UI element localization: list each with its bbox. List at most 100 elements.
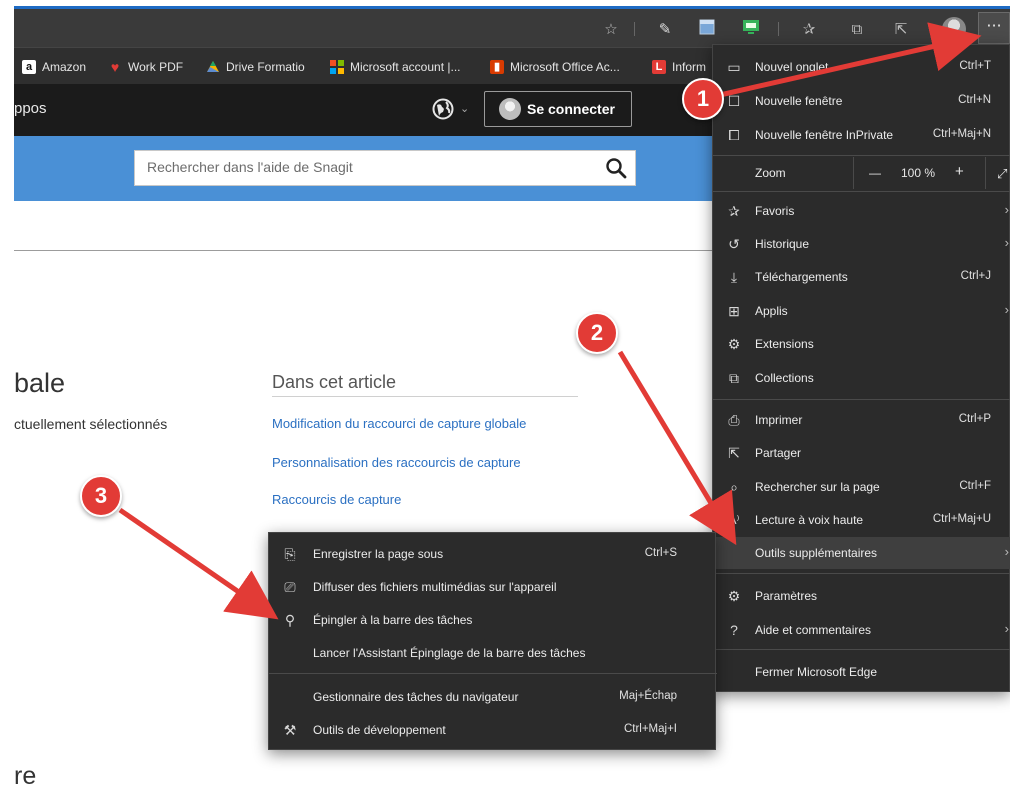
menu-separator — [713, 649, 1010, 650]
menu-item-apps[interactable]: ⊞ Applis › — [713, 295, 1010, 327]
chevron-down-icon[interactable]: ⌄ — [460, 102, 469, 115]
menu-item-shortcut: Ctrl+N — [958, 94, 991, 106]
favorite-drive[interactable]: Drive Formatio — [206, 58, 305, 76]
menu-separator — [713, 399, 1010, 400]
menu-item-label: Extensions — [755, 337, 814, 351]
arrow-2 — [617, 350, 737, 546]
menu-item-collections[interactable]: ⧉ Collections — [713, 362, 1010, 394]
menu-item-label: Historique — [755, 237, 810, 251]
menu-item-favorites[interactable]: ✰ Favoris › — [713, 195, 1010, 227]
menu-item-shortcut: Ctrl+T — [959, 60, 991, 72]
office-icon: ▮ — [490, 60, 504, 74]
favorite-label: Microsoft Office Ac... — [510, 60, 620, 74]
menu-item-label: Rechercher sur la page — [755, 480, 880, 494]
collections-icon[interactable]: ⧉ — [846, 19, 868, 39]
new-window-icon: ☐ — [727, 93, 741, 109]
toolbar-separator — [634, 22, 635, 36]
submenu-item-shortcut: Ctrl+S — [644, 547, 677, 559]
help-search-box — [134, 150, 636, 186]
submenu-item-cast-media[interactable]: ⎚ Diffuser des fichiers multimédias sur … — [269, 571, 717, 603]
l-icon: L — [652, 60, 666, 74]
menu-item-shortcut: Ctrl+Maj+U — [932, 513, 991, 525]
section-heading: re — [14, 762, 37, 790]
search-input[interactable] — [147, 159, 587, 175]
menu-item-share[interactable]: ⇱ Partager — [713, 437, 1010, 469]
find-icon: ⌕ — [730, 479, 738, 495]
star-icon[interactable]: ☆ — [600, 19, 622, 39]
menu-item-downloads[interactable]: ⤓ Téléchargements Ctrl+J — [713, 261, 1010, 293]
menu-item-history[interactable]: ↺ Historique › — [713, 228, 1010, 260]
submenu-item-devtools[interactable]: ⚒ Outils de développement Ctrl+Maj+I — [269, 714, 717, 746]
favorite-label: Microsoft account |... — [350, 60, 461, 74]
save-page-icon: ⎘ — [284, 546, 296, 562]
zoom-in-button[interactable]: + — [955, 163, 964, 180]
submenu-item-task-manager[interactable]: Gestionnaire des tâches du navigateur Ma… — [269, 681, 717, 713]
submenu-item-label: Enregistrer la page sous — [313, 547, 444, 561]
submenu-item-shortcut: Maj+Échap — [619, 690, 677, 702]
step-badge-1: 1 — [682, 78, 724, 120]
favorite-label: Work PDF — [128, 60, 184, 74]
submenu-item-label: Diffuser des fichiers multimédias sur l'… — [313, 580, 557, 594]
site-nav-item[interactable]: ppos — [14, 100, 47, 117]
chevron-right-icon: › — [1004, 621, 1009, 636]
menu-item-label: Aide et commentaires — [755, 623, 872, 637]
menu-item-extensions[interactable]: ⚙ Extensions — [713, 328, 1010, 360]
toc-link[interactable]: Personnalisation des raccourcis de captu… — [272, 455, 521, 470]
menu-item-label: Fermer Microsoft Edge — [755, 665, 878, 679]
search-icon[interactable] — [605, 157, 627, 179]
amazon-icon: a — [22, 60, 36, 74]
more-button[interactable]: ··· — [978, 12, 1010, 44]
menu-item-label: Applis — [755, 304, 788, 318]
zoom-level: 100 % — [901, 166, 936, 180]
submenu-separator — [269, 673, 717, 674]
favorite-label: Inform — [672, 60, 707, 74]
arrow-3 — [118, 507, 279, 620]
profile-avatar[interactable] — [942, 17, 966, 41]
toc-link[interactable]: Raccourcis de capture — [272, 492, 401, 507]
menu-item-label: Nouvelle fenêtre — [755, 94, 843, 108]
menu-item-label: Imprimer — [755, 413, 803, 427]
submenu-item-save-page[interactable]: ⎘ Enregistrer la page sous Ctrl+S — [269, 538, 717, 570]
favorite-inform[interactable]: L Inform — [652, 58, 706, 76]
heart-icon: ♥ — [110, 59, 120, 75]
submenu-item-label: Épingler à la barre des tâches — [313, 613, 473, 627]
help-icon: ? — [730, 622, 738, 638]
menu-item-label: Favoris — [755, 204, 795, 218]
menu-item-help[interactable]: ? Aide et commentaires › — [713, 614, 1010, 646]
screenshot-icon[interactable] — [740, 19, 762, 39]
cast-icon: ⎚ — [284, 579, 296, 595]
menu-item-read-aloud[interactable]: A⁾ Lecture à voix haute Ctrl+Maj+U — [713, 504, 1010, 536]
favorite-amazon[interactable]: a Amazon — [22, 58, 86, 76]
more-tools-submenu: ⎘ Enregistrer la page sous Ctrl+S ⎚ Diff… — [268, 532, 717, 750]
menu-item-more-tools[interactable]: Outils supplémentaires › — [713, 537, 1010, 569]
menu-item-print[interactable]: ⎙ Imprimer Ctrl+P — [713, 404, 1010, 436]
chevron-right-icon: › — [1004, 302, 1009, 317]
sign-in-button[interactable]: Se connecter — [484, 91, 632, 127]
pen-icon[interactable]: ✎ — [654, 19, 676, 39]
menu-item-new-inprivate[interactable]: ⧠ Nouvelle fenêtre InPrivate Ctrl+Maj+N — [713, 119, 1010, 151]
favorite-office[interactable]: ▮ Microsoft Office Ac... — [490, 58, 620, 76]
menu-item-new-tab[interactable]: ▭ Nouvel onglet Ctrl+T — [713, 51, 1010, 83]
submenu-item-pin-wizard[interactable]: Lancer l'Assistant Épinglage de la barre… — [269, 637, 717, 669]
menu-item-label: Partager — [755, 446, 802, 460]
favorite-microsoft-account[interactable]: Microsoft account |... — [330, 58, 461, 76]
favorites-icon[interactable]: ✰ — [798, 19, 820, 39]
menu-item-new-window[interactable]: ☐ Nouvelle fenêtre Ctrl+N — [713, 85, 1010, 117]
submenu-item-pin-taskbar[interactable]: ⚲ Épingler à la barre des tâches — [269, 604, 717, 636]
menu-item-close-edge[interactable]: Fermer Microsoft Edge — [713, 656, 1010, 688]
globe-icon[interactable] — [432, 98, 456, 122]
favorite-label: Drive Formatio — [226, 60, 305, 74]
menu-item-find-on-page[interactable]: ⌕ Rechercher sur la page Ctrl+F — [713, 471, 1010, 503]
menu-item-label: Lecture à voix haute — [755, 513, 864, 527]
menu-item-label: Paramètres — [755, 589, 818, 603]
menu-item-settings[interactable]: ⚙ Paramètres — [713, 580, 1010, 612]
menu-item-shortcut: Ctrl+J — [960, 270, 991, 282]
window-icon[interactable] — [696, 19, 718, 39]
share-icon[interactable]: ⇱ — [890, 19, 912, 39]
favorite-work-pdf[interactable]: ♥ Work PDF — [108, 58, 183, 76]
zoom-out-button[interactable]: — — [869, 166, 881, 180]
fullscreen-icon[interactable]: ⤢ — [997, 166, 1007, 182]
share-icon: ⇱ — [728, 445, 740, 461]
sign-in-label: Se connecter — [527, 101, 615, 117]
toc-link[interactable]: Modification du raccourci de capture glo… — [272, 416, 526, 431]
